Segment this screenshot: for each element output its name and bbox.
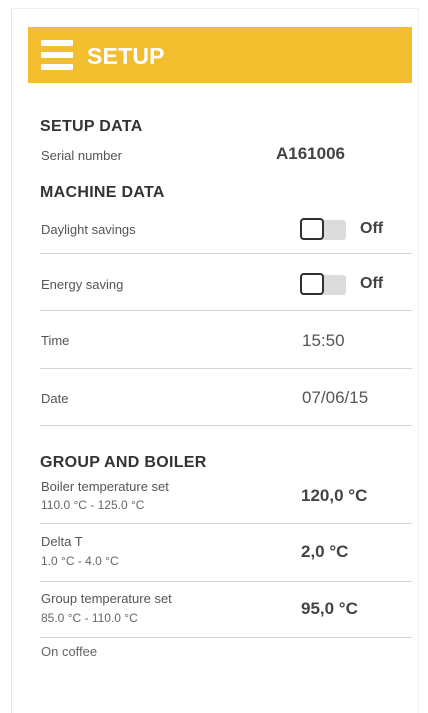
daylight-savings-toggle[interactable] xyxy=(300,218,347,240)
energy-saving-toggle[interactable] xyxy=(300,273,347,295)
date-row[interactable]: Date 07/06/15 xyxy=(40,369,412,426)
date-label: Date xyxy=(41,391,69,406)
scroll-clip xyxy=(30,691,415,713)
section-title-setup-data: SETUP DATA xyxy=(40,118,143,135)
group-temperature-range: 85.0 °C - 110.0 °C xyxy=(41,611,138,625)
boiler-temperature-value[interactable]: 120,0 °C xyxy=(301,486,367,506)
boiler-temperature-label: Boiler temperature set xyxy=(41,479,169,494)
section-title-machine-data: MACHINE DATA xyxy=(40,184,165,201)
boiler-temperature-range: 110.0 °C - 125.0 °C xyxy=(41,498,145,512)
energy-saving-label: Energy saving xyxy=(41,277,124,292)
section-title-group-boiler: GROUP AND BOILER xyxy=(40,454,207,471)
group-temperature-row[interactable]: Group temperature set 85.0 °C - 110.0 °C… xyxy=(40,582,412,638)
serial-number-label: Serial number xyxy=(41,148,122,163)
group-temperature-label: Group temperature set xyxy=(41,591,172,606)
daylight-savings-label: Daylight savings xyxy=(41,222,136,237)
daylight-savings-row: Daylight savings Off xyxy=(40,204,412,254)
delta-t-label: Delta T xyxy=(41,534,83,549)
page-title: SETUP xyxy=(87,43,165,69)
menu-icon[interactable] xyxy=(41,40,73,70)
energy-saving-state: Off xyxy=(360,275,384,292)
group-temperature-value[interactable]: 95,0 °C xyxy=(301,599,358,619)
on-coffee-row[interactable]: On coffee xyxy=(40,638,412,668)
delta-t-range: 1.0 °C - 4.0 °C xyxy=(41,554,119,568)
energy-saving-row: Energy saving Off xyxy=(40,254,412,311)
serial-number-value: A161006 xyxy=(276,144,346,163)
time-value[interactable]: 15:50 xyxy=(302,331,345,351)
date-value[interactable]: 07/06/15 xyxy=(302,388,368,408)
daylight-savings-state: Off xyxy=(360,220,384,237)
time-label: Time xyxy=(41,333,70,348)
app-header: SETUP xyxy=(28,27,412,83)
delta-t-value[interactable]: 2,0 °C xyxy=(301,542,348,562)
settings-content: SETUP DATA Serial number A161006 MACHINE… xyxy=(40,108,412,668)
serial-number-row: Serial number A161006 xyxy=(40,138,412,170)
time-row[interactable]: Time 15:50 xyxy=(40,311,412,369)
boiler-temperature-row[interactable]: Boiler temperature set 110.0 °C - 125.0 … xyxy=(40,474,412,524)
on-coffee-label: On coffee xyxy=(41,644,98,659)
delta-t-row[interactable]: Delta T 1.0 °C - 4.0 °C 2,0 °C xyxy=(40,524,412,582)
